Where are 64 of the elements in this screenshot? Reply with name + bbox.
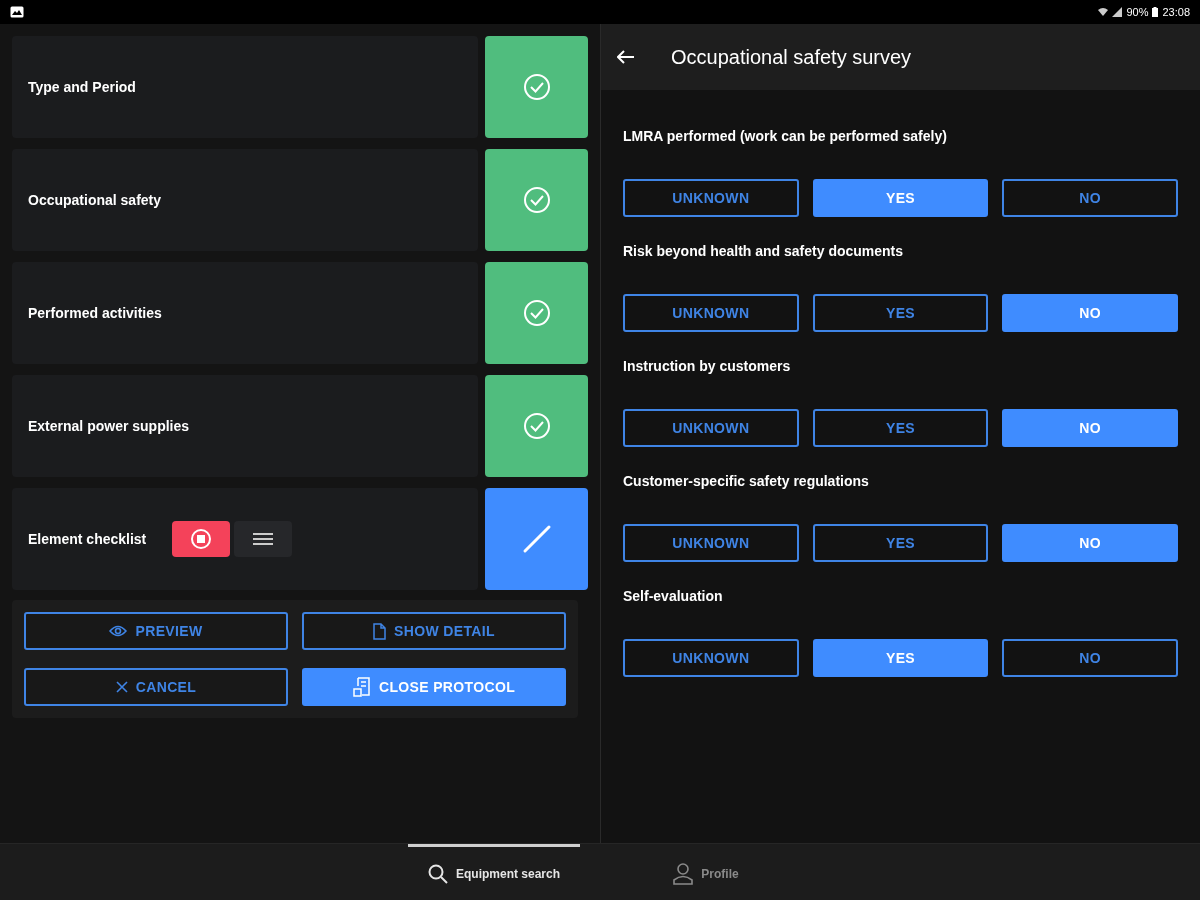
check-circle-icon (521, 298, 552, 328)
step-label: External power supplies (28, 416, 190, 436)
document-icon (373, 622, 387, 640)
stop-circle-icon (190, 528, 213, 550)
question-label: Instruction by customers (623, 357, 792, 376)
check-circle-icon (521, 185, 552, 215)
answer-option[interactable]: YES (812, 639, 989, 677)
close-icon (115, 681, 128, 693)
question-label: LMRA performed (work can be performed safely) (623, 127, 948, 146)
step-card[interactable]: Element checklist (12, 488, 478, 590)
answer-option[interactable]: UNKNOWN (623, 409, 799, 447)
status-button[interactable] (485, 149, 588, 251)
answer-option[interactable]: YES (812, 179, 989, 217)
clipboard-icon (352, 677, 371, 697)
step-label: Type and Period (28, 77, 136, 97)
answer-option[interactable]: NO (1002, 294, 1178, 332)
battery-icon (1152, 7, 1159, 17)
mode-button[interactable] (234, 521, 293, 557)
action-button[interactable]: CANCEL (24, 668, 288, 706)
search-icon (428, 863, 448, 884)
pencil-icon (521, 524, 552, 554)
step-label: Occupational safety (28, 190, 162, 210)
check-circle-icon (521, 411, 552, 441)
mode-button[interactable] (172, 521, 231, 557)
status-button[interactable] (485, 36, 588, 138)
answer-option[interactable]: UNKNOWN (623, 524, 799, 562)
answer-option[interactable]: YES (812, 294, 989, 332)
answer-option[interactable]: UNKNOWN (623, 294, 799, 332)
answer-option[interactable]: YES (812, 409, 989, 447)
answer-option[interactable]: UNKNOWN (623, 639, 799, 677)
status-button[interactable] (485, 262, 588, 364)
status-button[interactable] (485, 375, 588, 477)
signal-icon (1112, 7, 1123, 17)
action-button[interactable]: PREVIEW (24, 612, 288, 650)
question-label: Risk beyond health and safety documents (623, 242, 905, 261)
step-card[interactable]: Type and Period (12, 36, 478, 138)
step-label: Performed activities (28, 303, 162, 323)
question-label: Customer-specific safety regulations (623, 472, 870, 491)
answer-option[interactable]: NO (1002, 179, 1178, 217)
step-card[interactable]: Performed activities (12, 262, 478, 364)
answer-option[interactable]: NO (1002, 409, 1178, 447)
action-button[interactable]: SHOW DETAIL (302, 612, 566, 650)
question-label: Self-evaluation (623, 587, 724, 606)
answer-option[interactable]: NO (1002, 524, 1178, 562)
person-icon (673, 862, 694, 885)
clock: 23:08 (1162, 4, 1190, 20)
menu-icon (253, 532, 274, 546)
nav-tab[interactable]: Equipment search (408, 844, 580, 900)
step-card[interactable]: Occupational safety (12, 149, 478, 251)
step-label: Element checklist (28, 529, 147, 549)
image-notification-icon (10, 6, 24, 18)
action-button[interactable]: CLOSE PROTOCOL (302, 668, 566, 706)
wifi-icon (1098, 7, 1109, 17)
screen-title: Occupational safety survey (671, 45, 912, 70)
status-button[interactable] (485, 488, 588, 590)
battery-percent: 90% (1126, 4, 1149, 20)
answer-option[interactable]: NO (1002, 639, 1178, 677)
answer-option[interactable]: YES (812, 524, 989, 562)
nav-tab[interactable]: Profile (620, 844, 792, 900)
answer-option[interactable]: UNKNOWN (623, 179, 799, 217)
check-circle-icon (521, 72, 552, 102)
step-card[interactable]: External power supplies (12, 375, 478, 477)
back-arrow-icon[interactable] (617, 50, 635, 64)
eye-icon (109, 625, 128, 637)
